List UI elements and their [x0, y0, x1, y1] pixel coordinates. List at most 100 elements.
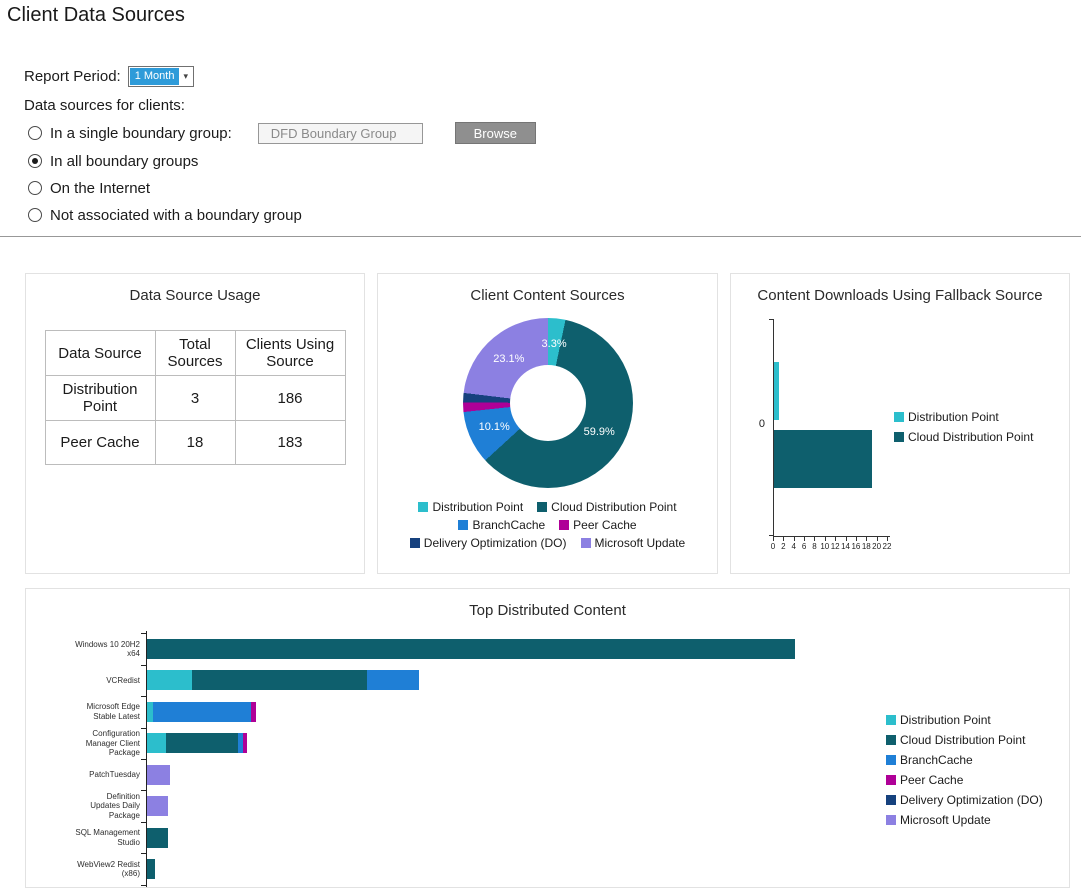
table-row: Distribution Point 3 186	[44, 375, 346, 421]
radio-single-boundary-group[interactable]	[28, 126, 42, 140]
legend-swatch	[886, 755, 896, 765]
legend-swatch	[537, 502, 548, 512]
legend-swatch	[886, 715, 896, 725]
category-label: WebView2 Redist (x86)	[77, 859, 140, 879]
table-cell: 186	[234, 375, 346, 421]
legend-label: Cloud Distribution Point	[908, 430, 1034, 444]
x-axis-tick	[835, 537, 837, 541]
x-axis-tick	[855, 537, 857, 541]
table-cell: Peer Cache	[44, 420, 156, 465]
donut-slice-label-distribution-point: 3.3%	[541, 338, 567, 351]
legend-label: Distribution Point	[432, 500, 524, 514]
legend-label: BranchCache	[472, 518, 546, 532]
bar-segment-distribution-point	[147, 670, 193, 691]
donut-slice-label-branchcache: 10.1%	[478, 421, 510, 434]
radio-row-on-internet: On the Internet	[28, 177, 150, 199]
radio-row-single-boundary-group: In a single boundary group: Browse	[28, 122, 536, 144]
stacked-bar	[147, 733, 247, 754]
bar-segment-branchcache	[153, 701, 251, 722]
y-axis-tick	[141, 821, 146, 823]
table-row: Peer Cache 18 183	[44, 420, 346, 465]
x-axis-tick	[814, 537, 816, 541]
x-axis-tick	[866, 537, 868, 541]
page-title: Client Data Sources	[7, 4, 185, 26]
column-header: Total Sources	[154, 330, 236, 376]
y-category-label: 0	[758, 418, 765, 430]
legend-item-branchcache: BranchCache	[458, 518, 545, 532]
top-distributed-content-panel: Top Distributed Content Windows 10 20H2 …	[25, 588, 1070, 888]
report-period-selected-value: 1 Month	[129, 68, 180, 85]
radio-not-associated[interactable]	[28, 208, 42, 222]
y-axis-tick	[141, 790, 146, 792]
y-axis-tick	[769, 319, 773, 320]
bar-segment-branchcache	[367, 670, 420, 691]
column-header: Clients Using Source	[234, 330, 346, 376]
client-content-sources-legend: Distribution Point Cloud Distribution Poi…	[383, 500, 713, 550]
bar-distribution-point	[774, 362, 780, 420]
stacked-bar	[147, 670, 420, 691]
section-divider	[0, 236, 1081, 237]
x-axis-tick	[773, 537, 774, 541]
legend-item-distribution-point: Distribution Point	[886, 713, 1043, 727]
y-axis	[146, 631, 147, 887]
stacked-bar	[147, 796, 168, 817]
chevron-down-icon: ▾	[183, 71, 188, 81]
legend-item-microsoft-update: Microsoft Update	[886, 813, 1043, 827]
legend-swatch	[886, 775, 896, 785]
legend-item-cloud-distribution-point: Cloud Distribution Point	[886, 733, 1043, 747]
x-axis	[773, 536, 890, 537]
radio-label-single-boundary-group: In a single boundary group:	[50, 124, 232, 142]
legend-item-distribution-point: Distribution Point	[894, 410, 1033, 424]
y-axis-tick	[141, 759, 146, 760]
client-content-sources-donut-chart: 3.3% 59.9% 10.1% 23.1%	[463, 318, 633, 488]
category-label: Windows 10 20H2 x64	[75, 639, 140, 659]
stacked-bar	[147, 827, 168, 848]
bar-segment-cloud-distribution-point	[192, 670, 368, 691]
legend-label: Microsoft Update	[594, 536, 686, 550]
client-content-sources-title: Client Content Sources	[470, 287, 625, 304]
radio-all-boundary-groups[interactable]	[28, 154, 42, 168]
x-axis-tick	[783, 537, 785, 541]
legend-item-branchcache: BranchCache	[886, 753, 1043, 767]
legend-item-delivery-optimization-do: Delivery Optimization (DO)	[886, 793, 1043, 807]
category-label: SQL Management Studio	[75, 828, 140, 847]
table-cell: Distribution Point	[44, 375, 156, 421]
y-axis-tick	[141, 853, 146, 855]
radio-on-internet[interactable]	[28, 181, 42, 195]
bar-segment-peer-cache	[242, 733, 247, 754]
radio-label-all-boundary-groups: In all boundary groups	[50, 152, 199, 170]
top-distributed-content-legend: Distribution Point Cloud Distribution Poi…	[886, 713, 1043, 827]
boundary-group-input[interactable]	[257, 122, 423, 144]
legend-item-cloud-distribution-point: Cloud Distribution Point	[537, 500, 677, 514]
legend-item-microsoft-update: Microsoft Update	[580, 536, 686, 550]
legend-swatch	[886, 815, 896, 825]
client-content-sources-panel: Client Content Sources 3.3% 59.9% 10.1% 23.…	[377, 273, 718, 574]
legend-swatch	[458, 520, 469, 530]
column-header: Data Source	[44, 330, 156, 376]
legend-swatch	[580, 538, 591, 548]
legend-item-cloud-distribution-point: Cloud Distribution Point	[894, 430, 1033, 444]
legend-swatch	[886, 735, 896, 745]
x-axis-tick	[887, 537, 888, 541]
table-cell: 3	[154, 375, 236, 421]
legend-label: Delivery Optimization (DO)	[900, 793, 1043, 807]
bar-segment-cloud-distribution-point	[147, 859, 155, 879]
legend-label: Peer Cache	[573, 518, 637, 532]
browse-button[interactable]: Browse	[454, 122, 536, 144]
bar-segment-microsoft-update	[147, 764, 170, 785]
legend-item-peer-cache: Peer Cache	[559, 518, 637, 532]
legend-label: Distribution Point	[908, 410, 999, 424]
y-axis-tick	[141, 664, 146, 666]
y-axis-tick	[141, 727, 146, 729]
x-axis-tick	[876, 537, 878, 541]
radio-label-on-internet: On the Internet	[50, 179, 151, 197]
legend-swatch	[894, 432, 904, 442]
legend-label: Peer Cache	[900, 773, 964, 787]
data-source-usage-title: Data Source Usage	[129, 287, 261, 304]
category-label: VCRedist	[106, 675, 140, 685]
radio-label-not-associated: Not associated with a boundary group	[50, 206, 302, 224]
report-period-select[interactable]: 1 Month ▾	[127, 66, 194, 87]
x-axis-tick	[824, 537, 826, 541]
legend-item-delivery-optimization-do: Delivery Optimization (DO)	[409, 536, 567, 550]
donut-slice-label-cloud-distribution-point: 59.9%	[583, 426, 615, 439]
